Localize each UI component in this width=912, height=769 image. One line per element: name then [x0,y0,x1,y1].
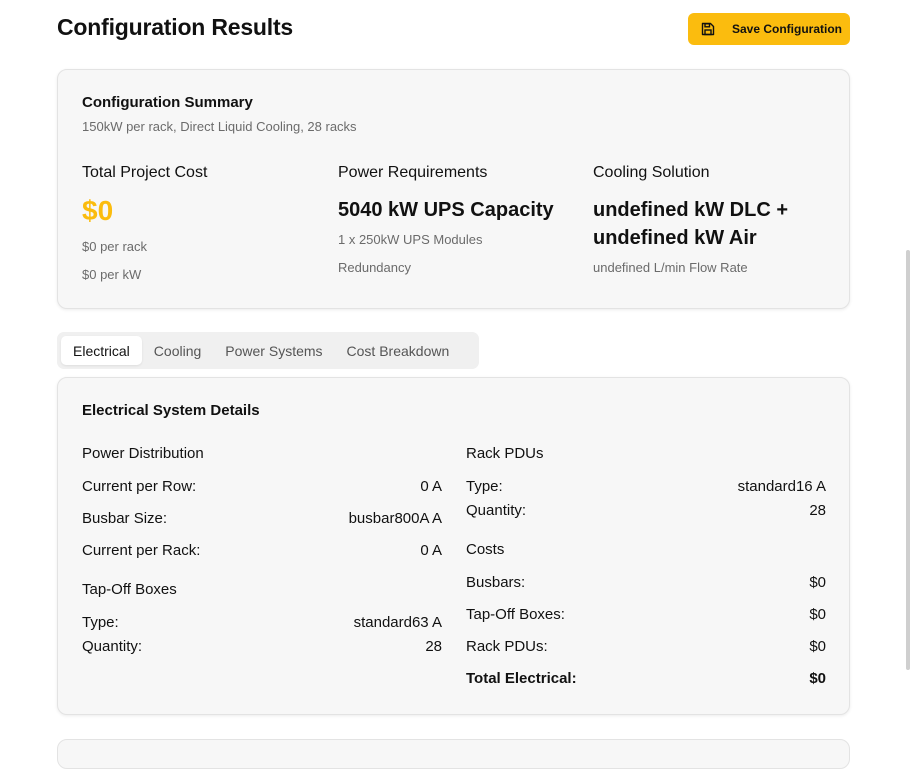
electrical-details-card: Electrical System Details Power Distribu… [57,377,850,715]
costs-heading: Costs [466,541,505,558]
busbars-cost-row: Busbars: $0 [466,574,826,591]
electrical-title: Electrical System Details [82,402,260,419]
cooling-solution-column: Cooling Solution undefined kW DLC + unde… [593,164,833,275]
current-per-rack-label: Current per Rack: [82,542,201,559]
page-scrollbar[interactable] [904,0,912,750]
next-card-partial [57,739,850,769]
power-requirements-label: Power Requirements [338,164,488,181]
rack-pdus-cost-value: $0 [809,638,826,655]
busbars-cost-label: Busbars: [466,574,526,591]
total-electrical-row: Total Electrical: $0 [466,670,826,687]
rack-pdu-quantity-label: Quantity: [466,502,527,519]
save-button-label: Save Configuration [732,22,843,36]
current-per-row-row: Current per Row: 0 A [82,478,442,495]
rack-pdus-cost-row: Rack PDUs: $0 [466,638,826,655]
tab-power-systems[interactable]: Power Systems [213,336,334,365]
total-electrical-value: $0 [809,670,826,687]
details-tabs: Electrical Cooling Power Systems Cost Br… [57,332,479,369]
cooling-value-line1: undefined kW DLC + [593,199,788,221]
redundancy-text: Redundancy [338,260,411,275]
current-per-row-value: 0 A [420,478,442,495]
rack-pdus-cost-label: Rack PDUs: [466,638,548,655]
ups-modules: 1 x 250kW UPS Modules [338,232,483,247]
busbar-size-row: Busbar Size: busbar800A A [82,510,442,527]
ups-capacity-value: 5040 kW UPS Capacity [338,199,554,221]
total-electrical-label: Total Electrical: [466,670,577,687]
rack-pdu-type-value: standard16 A [737,478,826,495]
rack-pdu-type-label: Type: [466,478,503,495]
tab-cost-breakdown[interactable]: Cost Breakdown [335,336,462,365]
tap-off-type-value: standard63 A [353,614,442,631]
page-title: Configuration Results [57,14,294,40]
current-per-row-label: Current per Row: [82,478,197,495]
current-per-rack-row: Current per Rack: 0 A [82,542,442,559]
configuration-summary-card: Configuration Summary 150kW per rack, Di… [57,69,850,309]
rack-pdus-heading: Rack PDUs [466,445,544,462]
tap-off-boxes-cost-label: Tap-Off Boxes: [466,606,565,623]
flow-rate: undefined L/min Flow Rate [593,260,748,275]
tap-off-type-label: Type: [82,614,119,631]
power-distribution-heading: Power Distribution [82,445,204,462]
total-cost-value: $0 [82,195,114,226]
tap-off-boxes-cost-row: Tap-Off Boxes: $0 [466,606,826,623]
total-project-cost-column: Total Project Cost $0 $0 per rack $0 per… [82,164,322,282]
summary-title: Configuration Summary [82,94,253,111]
current-per-rack-value: 0 A [420,542,442,559]
tab-cooling[interactable]: Cooling [142,336,213,365]
rack-pdu-quantity-row: Quantity: 28 [466,502,826,519]
cost-per-kw: $0 per kW [82,267,142,282]
tab-electrical[interactable]: Electrical [61,336,142,365]
cooling-value-line2: undefined kW Air [593,227,757,249]
total-cost-label: Total Project Cost [82,164,208,181]
save-icon [700,21,716,37]
save-configuration-button[interactable]: Save Configuration [688,13,850,45]
rack-pdu-type-row: Type: standard16 A [466,478,826,495]
tap-off-quantity-label: Quantity: [82,638,143,655]
tap-off-boxes-heading: Tap-Off Boxes [82,581,177,598]
cooling-solution-label: Cooling Solution [593,164,710,181]
tap-off-type-row: Type: standard63 A [82,614,442,631]
rack-pdu-quantity-value: 28 [809,502,826,519]
tap-off-quantity-row: Quantity: 28 [82,638,442,655]
summary-subtitle: 150kW per rack, Direct Liquid Cooling, 2… [82,119,357,134]
cost-per-rack: $0 per rack [82,239,148,254]
tap-off-quantity-value: 28 [425,638,442,655]
busbars-cost-value: $0 [809,574,826,591]
scrollbar-thumb[interactable] [906,250,910,670]
power-requirements-column: Power Requirements 5040 kW UPS Capacity … [338,164,578,275]
busbar-size-label: Busbar Size: [82,510,168,527]
tap-off-boxes-cost-value: $0 [809,606,826,623]
busbar-size-value: busbar800A A [348,510,442,527]
